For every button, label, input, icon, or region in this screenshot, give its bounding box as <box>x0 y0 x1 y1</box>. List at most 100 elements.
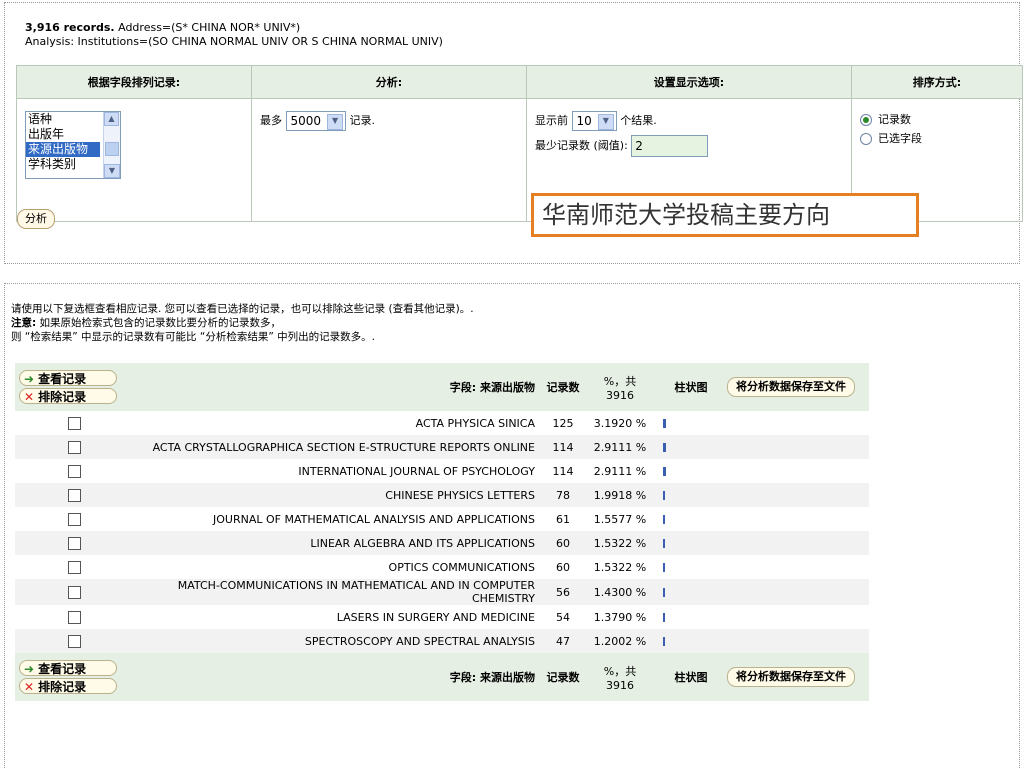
bar-chart-header: 柱状图 <box>655 363 727 411</box>
record-percent: 1.5322 % <box>593 560 647 574</box>
field-option-pub-year[interactable]: 出版年 <box>26 127 100 142</box>
results-footer-row: ➜ 查看记录 ✕ 排除记录 字段: 来源出版物 记录数 %，共 3916 柱状图 将分… <box>15 653 869 701</box>
results-panel: 请使用以下复选框查看相应记录. 您可以查看已选择的记录，也可以排除这些记录 (查… <box>4 283 1020 768</box>
scroll-down-icon[interactable]: ▼ <box>104 164 120 178</box>
record-count: 61 <box>556 512 570 526</box>
close-icon: ✕ <box>24 389 35 404</box>
percent-header-total: 3916 <box>606 678 634 692</box>
sort-option-record-count[interactable]: 记录数 <box>860 111 1014 127</box>
close-icon: ✕ <box>24 679 35 694</box>
exclude-records-label: 排除记录 <box>38 389 87 404</box>
scroll-up-icon[interactable]: ▲ <box>104 112 119 126</box>
view-records-button[interactable]: ➜ 查看记录 <box>19 369 117 386</box>
min-threshold-input[interactable]: 2 <box>631 135 709 157</box>
row-checkbox[interactable] <box>67 512 81 526</box>
source-title: MATCH-COMMUNICATIONS IN MATHEMATICAL AND… <box>133 579 541 605</box>
radio-checked-icon[interactable] <box>860 114 872 126</box>
scroll-thumb[interactable] <box>105 142 119 156</box>
row-checkbox[interactable] <box>67 585 81 599</box>
field-option-subject[interactable]: 学科类别 <box>26 157 100 172</box>
record-count: 114 <box>552 464 574 478</box>
show-top-select[interactable]: 10 ▼ <box>571 111 617 131</box>
row-checkbox[interactable] <box>67 440 81 454</box>
percent-header: %，共 3916 <box>585 653 655 701</box>
bar-cell <box>655 531 727 555</box>
action-buttons-cell: ➜ 查看记录 ✕ 排除记录 <box>15 363 133 411</box>
analyze-button[interactable]: 分析 <box>17 209 55 229</box>
empty-cell <box>727 629 869 653</box>
min-threshold-label: 最少记录数 (阈值): <box>535 139 628 152</box>
row-checkbox[interactable] <box>67 634 81 648</box>
bar-mark <box>663 515 665 524</box>
percent-header: %，共 3916 <box>585 363 655 411</box>
record-count: 60 <box>556 560 570 574</box>
field-option-language[interactable]: 语种 <box>26 112 100 127</box>
action-buttons-cell: ➜ 查看记录 ✕ 排除记录 <box>15 653 133 701</box>
show-top-value: 10 <box>576 114 592 128</box>
field-option-source[interactable]: 来源出版物 <box>26 142 100 157</box>
table-row: ACTA PHYSICA SINICA 125 3.1920 % <box>15 411 869 435</box>
source-title: INTERNATIONAL JOURNAL OF PSYCHOLOGY <box>298 464 535 478</box>
show-prefix: 显示前 <box>535 114 568 127</box>
sort-option-selected-field[interactable]: 已选字段 <box>860 130 1014 146</box>
table-row: MATCH-COMMUNICATIONS IN MATHEMATICAL AND… <box>15 579 869 605</box>
percent-header-total: 3916 <box>606 388 634 402</box>
empty-cell <box>727 531 869 555</box>
header-analyze: 分析: <box>251 65 527 99</box>
bar-mark <box>663 588 665 597</box>
table-row: LASERS IN SURGERY AND MEDICINE 54 1.3790 % <box>15 605 869 629</box>
row-checkbox-cell <box>15 579 133 605</box>
header-rank-by-field: 根据字段排列记录: <box>16 65 252 99</box>
row-checkbox[interactable] <box>67 416 81 430</box>
row-checkbox-cell <box>15 605 133 629</box>
listbox-scrollbar[interactable]: ▲ ▼ <box>103 112 120 178</box>
bar-cell <box>655 555 727 579</box>
row-checkbox[interactable] <box>67 560 81 574</box>
analyze-max-select[interactable]: 5000 ▼ <box>285 111 347 131</box>
empty-cell <box>727 459 869 483</box>
annotation-callout: 华南师范大学投稿主要方向 <box>531 193 919 237</box>
save-cell: 将分析数据保存至文件 <box>727 653 869 701</box>
bar-cell <box>655 605 727 629</box>
row-checkbox-cell <box>15 629 133 653</box>
table-row: INTERNATIONAL JOURNAL OF PSYCHOLOGY 114 2.… <box>15 459 869 483</box>
results-table: ➜ 查看记录 ✕ 排除记录 字段: 来源出版物 记录数 %，共 3916 柱状图 将分… <box>15 363 869 701</box>
row-checkbox[interactable] <box>67 536 81 550</box>
record-summary: 3,916 records. Address=(S* CHINA NOR* UN… <box>25 21 443 49</box>
view-records-button[interactable]: ➜ 查看记录 <box>19 659 117 676</box>
empty-cell <box>727 555 869 579</box>
record-percent: 1.3790 % <box>593 610 647 624</box>
table-row: ACTA CRYSTALLOGRAPHICA SECTION E-STRUCTU… <box>15 435 869 459</box>
row-checkbox[interactable] <box>67 464 81 478</box>
row-checkbox-cell <box>15 459 133 483</box>
exclude-records-button[interactable]: ✕ 排除记录 <box>19 387 117 404</box>
radio-unchecked-icon[interactable] <box>860 133 872 145</box>
exclude-records-button[interactable]: ✕ 排除记录 <box>19 677 117 694</box>
row-checkbox-cell <box>15 435 133 459</box>
analyze-prefix: 最多 <box>260 114 282 127</box>
row-checkbox-cell <box>15 531 133 555</box>
show-suffix: 个结果. <box>620 114 657 127</box>
arrow-right-icon: ➜ <box>24 661 35 676</box>
arrow-right-icon: ➜ <box>24 371 35 386</box>
analyze-count-cell: 最多 5000 ▼ 记录. <box>251 98 527 222</box>
field-list-cell: 语种 出版年 来源出版物 学科类别 ▲ ▼ <box>16 98 252 222</box>
bar-mark <box>663 563 665 572</box>
record-count: 3,916 records. <box>25 21 115 34</box>
view-records-label: 查看记录 <box>38 661 87 676</box>
bar-cell <box>655 629 727 653</box>
row-checkbox[interactable] <box>67 488 81 502</box>
source-title: JOURNAL OF MATHEMATICAL ANALYSIS AND APP… <box>213 512 535 526</box>
record-percent: 1.5577 % <box>593 512 647 526</box>
save-to-file-button[interactable]: 将分析数据保存至文件 <box>727 667 855 687</box>
save-cell: 将分析数据保存至文件 <box>727 363 869 411</box>
source-title: ACTA PHYSICA SINICA <box>415 416 535 430</box>
analysis-query: Analysis: Institutions=(SO CHINA NORMAL … <box>25 35 443 48</box>
record-count: 125 <box>552 416 574 430</box>
record-count: 78 <box>541 483 585 507</box>
instruction-line-3: 则 “检索结果” 中显示的记录数有可能比 “分析检索结果” 中列出的记录数多。. <box>11 331 375 343</box>
record-percent: 2.9111 % <box>585 435 655 459</box>
save-to-file-button[interactable]: 将分析数据保存至文件 <box>727 377 855 397</box>
field-listbox[interactable]: 语种 出版年 来源出版物 学科类别 ▲ ▼ <box>25 111 121 179</box>
row-checkbox[interactable] <box>67 610 81 624</box>
